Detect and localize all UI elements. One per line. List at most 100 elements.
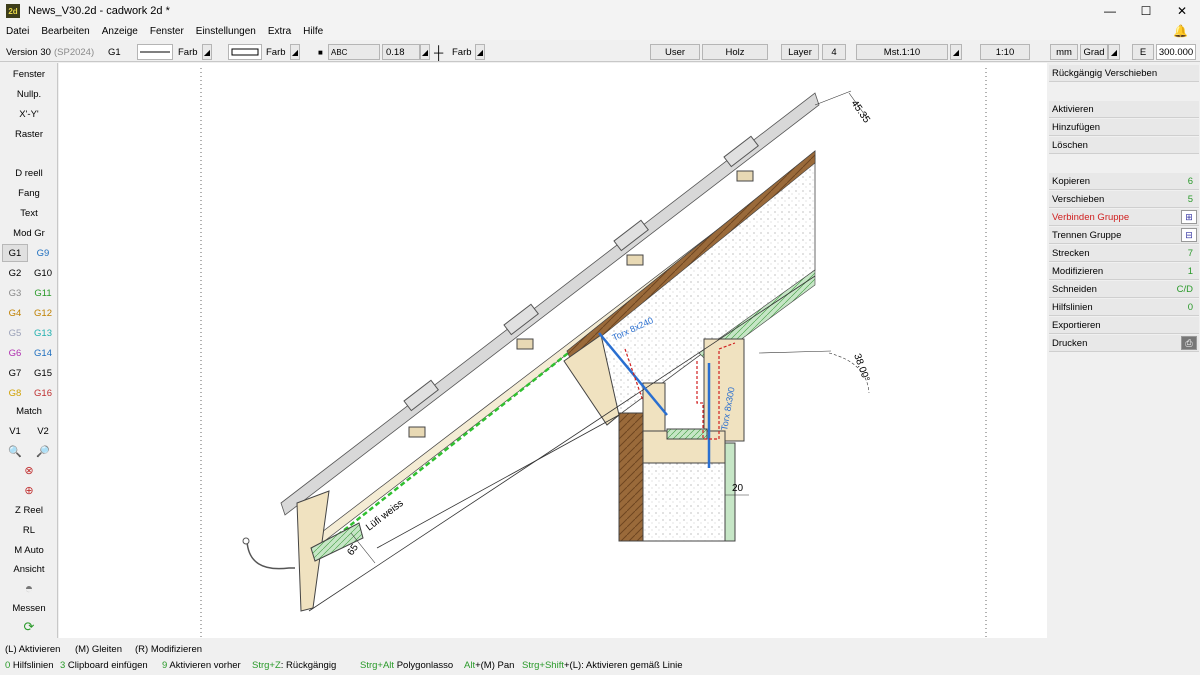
hinzufuegen-button[interactable]: Hinzufügen [1049,119,1199,136]
d-reell-button[interactable]: D reell [2,164,56,182]
point-color-dropdown[interactable]: ◢ [475,44,485,60]
group-g2-button[interactable]: G2 [2,264,28,282]
layer-value[interactable]: 4 [822,44,846,60]
toolbar: Version 30 (SP2024) G1 Farb ◢ Farb ◢ ■ A… [0,42,1200,62]
e-value-field[interactable]: 300.000 [1156,44,1196,60]
raster-button[interactable]: Raster [2,125,56,143]
group-g3-button[interactable]: G3 [2,284,28,302]
loeschen-label: Löschen [1052,139,1088,151]
match-button[interactable]: Match [2,402,56,420]
group-g11-button[interactable]: G11 [30,284,56,302]
mod-gr-button[interactable]: Mod Gr [2,224,56,242]
line-width-field[interactable]: 0.18 [382,44,420,60]
maximize-button[interactable]: ☐ [1128,0,1164,22]
beam-lining [666,428,708,440]
scale-selector[interactable]: Mst.1:10 [856,44,948,60]
drucken-button[interactable]: Drucken ⎙ [1049,335,1199,352]
menu-fenster[interactable]: Fenster [144,26,190,37]
fang-button[interactable]: Fang [2,184,56,202]
scale-field[interactable]: 1:10 [980,44,1030,60]
protractor-icon[interactable]: ◓ [2,579,56,597]
z-reel-button[interactable]: Z Reel [2,501,56,519]
aktivieren-button[interactable]: Aktivieren [1049,101,1199,118]
e-label[interactable]: E [1132,44,1154,60]
m-auto-button[interactable]: M Auto [2,541,56,559]
text-button[interactable]: Text [2,204,56,222]
group-g8-button[interactable]: G8 [2,384,28,402]
menu-hilfe[interactable]: Hilfe [297,26,329,37]
loeschen-button[interactable]: Löschen [1049,137,1199,154]
schneiden-button[interactable]: Schneiden C/D [1049,281,1199,298]
group-g6-button[interactable]: G6 [2,344,28,362]
zoom-all-icon[interactable]: ⊕ [2,481,56,499]
fill-type-selector[interactable] [228,44,262,60]
zoom-window-icon[interactable]: ⊗ [2,461,56,479]
line-width-dropdown[interactable]: ◢ [420,44,430,60]
line-type-selector[interactable] [137,44,173,60]
verbinden-gruppe-label: Verbinden Gruppe [1052,211,1130,223]
point-color-label[interactable]: Farb [452,44,474,60]
verbinden-gruppe-button[interactable]: Verbinden Gruppe ⊞ [1049,209,1199,226]
layer-button[interactable]: Layer [781,44,819,60]
group-g10-button[interactable]: G10 [30,264,56,282]
unit-field[interactable]: mm [1050,44,1078,60]
minimize-button[interactable]: — [1092,0,1128,22]
refresh-icon[interactable]: ⟳ [2,618,56,636]
nullpunkt-button[interactable]: Nullp. [2,85,56,103]
status-shortcut-lasso: Strg+Alt Polygonlasso [360,659,454,671]
menu-datei[interactable]: Datei [0,26,35,37]
fenster-button[interactable]: Fenster [2,65,56,83]
modifizieren-shortcut: 1 [1187,265,1193,277]
material-button[interactable]: Holz [702,44,768,60]
menu-anzeige[interactable]: Anzeige [96,26,144,37]
fill-color-label[interactable]: Farb [266,44,288,60]
close-button[interactable]: ✕ [1164,0,1200,22]
drawing-canvas[interactable]: Torx 8x240 Torx 8x300 Lüfi weiss 45.35 3… [59,63,1047,638]
ansicht-button[interactable]: Ansicht [2,560,56,578]
xy-button[interactable]: X'-Y' [2,105,56,123]
menu-extra[interactable]: Extra [262,26,297,37]
font-preview[interactable]: ABC [328,44,380,60]
view-v1-button[interactable]: V1 [2,422,28,440]
messen-button[interactable]: Messen [2,599,56,617]
left-tool-panel: Fenster Nullp. X'-Y' Raster D reell Fang… [0,63,58,638]
zoom-out-icon[interactable]: 🔎 [30,442,56,460]
line-color-dropdown[interactable]: ◢ [202,44,212,60]
group-g13-button[interactable]: G13 [30,324,56,342]
menu-bearbeiten[interactable]: Bearbeiten [35,26,95,37]
group-g15-button[interactable]: G15 [30,364,56,382]
verschieben-button[interactable]: Verschieben 5 [1049,191,1199,208]
view-v2-button[interactable]: V2 [30,422,56,440]
kopieren-button[interactable]: Kopieren 6 [1049,173,1199,190]
group-g12-button[interactable]: G12 [30,304,56,322]
group-g1-button[interactable]: G1 [2,244,28,262]
wall-insulation [642,462,726,542]
group-g7-button[interactable]: G7 [2,364,28,382]
group-g16-button[interactable]: G16 [30,384,56,402]
group-g14-button[interactable]: G14 [30,344,56,362]
group-label: G1 [108,46,121,58]
group-g5-button[interactable]: G5 [2,324,28,342]
rl-button[interactable]: RL [2,521,56,539]
fill-color-dropdown[interactable]: ◢ [290,44,300,60]
exportieren-button[interactable]: Exportieren [1049,317,1199,334]
zoom-in-icon[interactable]: 🔍 [2,442,28,460]
undo-move-button[interactable]: Rückgängig Verschieben [1049,65,1199,82]
hilfslinien-button[interactable]: Hilfslinien 0 [1049,299,1199,316]
menu-einstellungen[interactable]: Einstellungen [190,26,262,37]
trennen-gruppe-label: Trennen Gruppe [1052,229,1122,241]
modifizieren-button[interactable]: Modifizieren 1 [1049,263,1199,280]
group-g9-button[interactable]: G9 [30,244,56,262]
bell-icon[interactable]: 🔔 [1173,24,1188,38]
group-g4-button[interactable]: G4 [2,304,28,322]
strecken-button[interactable]: Strecken 7 [1049,245,1199,262]
gutter-edge [242,537,250,545]
hinzufuegen-label: Hinzufügen [1052,121,1101,133]
line-color-label[interactable]: Farb [178,44,200,60]
ceiling-line [308,275,816,612]
angle-unit-field[interactable]: Grad [1080,44,1108,60]
scale-dropdown[interactable]: ◢ [950,44,962,60]
trennen-gruppe-button[interactable]: Trennen Gruppe ⊟ [1049,227,1199,244]
user-button[interactable]: User [650,44,700,60]
angle-unit-dropdown[interactable]: ◢ [1108,44,1120,60]
